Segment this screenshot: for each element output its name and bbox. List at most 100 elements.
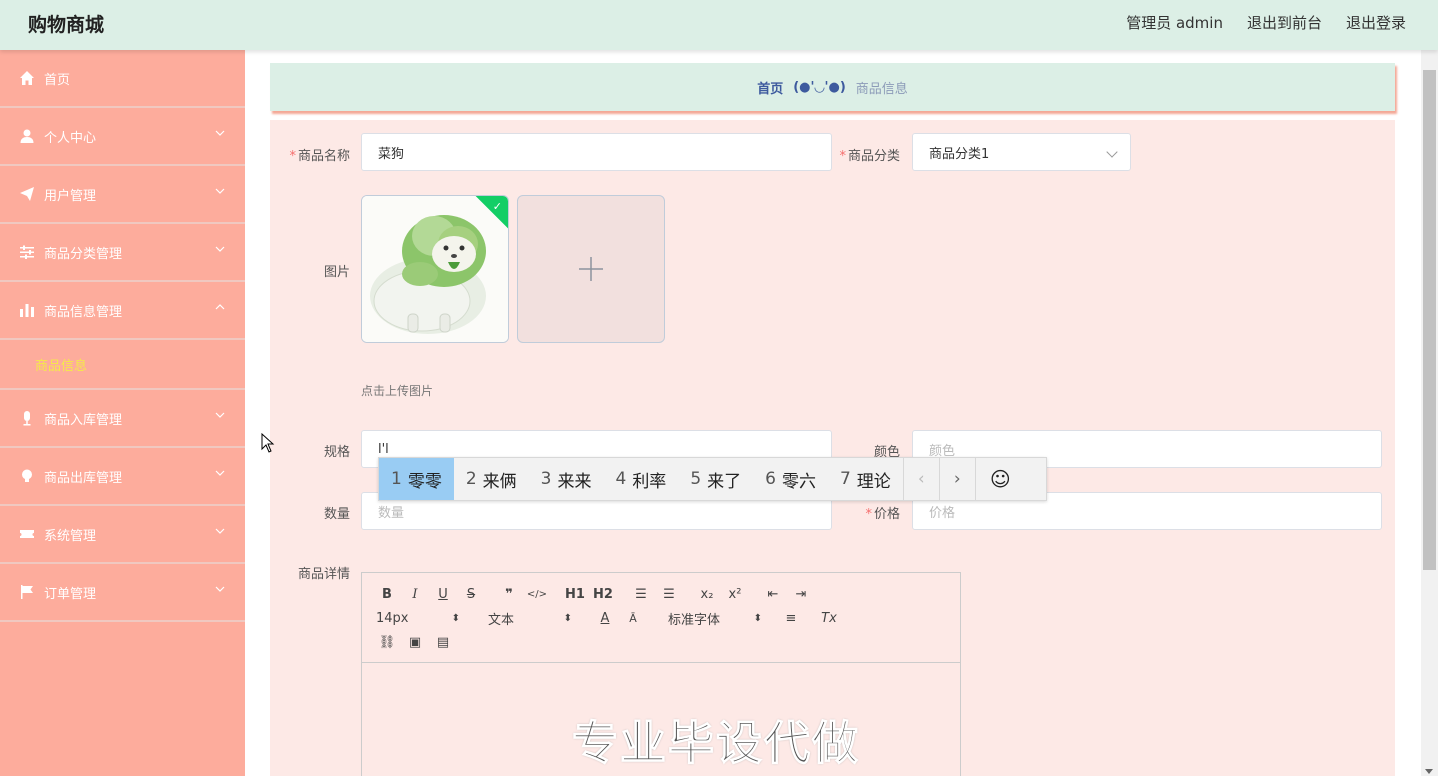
detail-label: 商品详情 xyxy=(297,567,350,582)
chevron-down-icon xyxy=(215,412,225,418)
ime-candidate[interactable]: 5 来了 xyxy=(678,458,753,500)
select-arrows-icon: ⬍ xyxy=(563,612,572,624)
image-label: 图片 xyxy=(323,265,350,280)
sidebar-item-stock-out-management[interactable]: 商品出库管理 xyxy=(0,448,245,506)
strike-icon[interactable]: S xyxy=(460,583,482,605)
uploaded-image-thumbnail[interactable]: ✓ xyxy=(361,195,509,343)
scroll-down-arrow-icon[interactable] xyxy=(1425,769,1433,774)
exit-to-front-link[interactable]: 退出到前台 xyxy=(1247,12,1322,33)
editor-content-text: 专业毕设代做 xyxy=(572,716,860,771)
sidebar-item-label: 商品入库管理 xyxy=(44,412,123,428)
outdent-icon[interactable]: ⇤ xyxy=(762,583,784,605)
font-size-select[interactable]: 14px ⬍ xyxy=(376,611,460,626)
block-type-select[interactable]: 文本 ⬍ xyxy=(488,609,572,628)
link-icon[interactable]: ⛓ xyxy=(376,631,398,653)
ime-candidate[interactable]: 3 来来 xyxy=(529,458,604,500)
sidebar-item-home[interactable]: 首页 xyxy=(0,50,245,108)
sidebar-item-order-management[interactable]: 订单管理 xyxy=(0,564,245,622)
chevron-down-icon xyxy=(215,470,225,476)
microphone-icon xyxy=(18,409,36,427)
bullet-list-icon[interactable]: ☰ xyxy=(658,583,680,605)
plus-icon xyxy=(579,257,603,281)
select-arrows-icon: ⬍ xyxy=(451,612,460,624)
code-icon[interactable]: </> xyxy=(526,583,548,605)
brand-title: 购物商城 xyxy=(28,14,105,36)
upload-image-button[interactable] xyxy=(517,195,665,343)
spec-label: 规格 xyxy=(323,445,350,460)
sidebar-item-label: 商品信息管理 xyxy=(44,304,123,320)
logout-link[interactable]: 退出登录 xyxy=(1346,12,1406,33)
ordered-list-icon[interactable]: ☰ xyxy=(630,583,652,605)
quantity-label: 数量 xyxy=(323,507,350,522)
editor-content[interactable]: 专业毕设代做 xyxy=(362,663,960,776)
bold-icon[interactable]: B xyxy=(376,583,398,605)
blockquote-icon[interactable]: ❞ xyxy=(498,583,520,605)
video-icon[interactable]: ▤ xyxy=(432,631,454,653)
ime-emoji-icon[interactable]: ☺ xyxy=(974,458,1025,500)
ime-candidate[interactable]: 4 利率 xyxy=(603,458,678,500)
ime-candidate[interactable]: 2 来俩 xyxy=(454,458,529,500)
ime-candidate-popup: 1 零零 2 来俩 3 来来 4 利率 5 来了 6 零六 7 理论 ‹ › ☺ xyxy=(378,457,1047,501)
subscript-icon[interactable]: x₂ xyxy=(696,583,718,605)
upload-tip: 点击上传图片 xyxy=(361,384,434,398)
sidebar-item-label: 个人中心 xyxy=(44,130,97,146)
sidebar-item-label: 系统管理 xyxy=(44,528,97,544)
sidebar-item-personal-center[interactable]: 个人中心 xyxy=(0,108,245,166)
breadcrumb-current: 商品信息 xyxy=(855,81,908,97)
underline-icon[interactable]: U xyxy=(432,583,454,605)
superscript-icon[interactable]: x² xyxy=(724,583,746,605)
h2-icon[interactable]: H2 xyxy=(592,583,614,605)
ime-next-page-icon[interactable]: › xyxy=(938,458,975,500)
page-scrollbar[interactable] xyxy=(1421,50,1438,776)
send-icon xyxy=(18,185,36,203)
italic-icon[interactable]: I xyxy=(404,583,426,605)
breadcrumb-home[interactable]: 首页 xyxy=(757,78,783,97)
home-icon xyxy=(18,69,36,87)
product-name-label: * 商品名称 xyxy=(289,149,350,164)
product-name-input[interactable]: 菜狗 xyxy=(361,133,832,171)
align-icon[interactable]: ≡ xyxy=(780,607,802,629)
sidebar-subitem-product-info[interactable]: 商品信息 xyxy=(0,340,245,390)
sidebar-item-label: 用户管理 xyxy=(44,188,97,204)
chevron-down-icon xyxy=(215,130,225,136)
editor-toolbar: B I U S ❞ </> H1 H2 ☰ ☰ x₂ x² ⇤ ⇥ 14px ⬍ … xyxy=(362,573,960,663)
sidebar-item-label: 商品出库管理 xyxy=(44,470,123,486)
clear-format-icon[interactable]: Tx xyxy=(818,607,840,629)
select-arrows-icon: ⬍ xyxy=(753,612,762,624)
check-icon: ✓ xyxy=(492,200,502,213)
sidebar-item-label: 商品分类管理 xyxy=(44,246,123,262)
product-category-select[interactable]: 商品分类1 xyxy=(912,133,1131,171)
h1-icon[interactable]: H1 xyxy=(564,583,586,605)
background-color-icon[interactable]: Ā xyxy=(622,607,644,629)
indent-icon[interactable]: ⇥ xyxy=(790,583,812,605)
bar-chart-icon xyxy=(18,301,36,319)
cabbage-dog-image xyxy=(362,196,508,342)
product-category-label: * 商品分类 xyxy=(839,149,900,164)
font-family-select[interactable]: 标准字体 ⬍ xyxy=(668,609,762,628)
admin-user-link[interactable]: 管理员 admin xyxy=(1126,12,1223,33)
breadcrumb: 首页 (●'◡'●) 商品信息 xyxy=(270,63,1395,111)
chevron-down-icon xyxy=(215,188,225,194)
chevron-down-icon xyxy=(215,528,225,534)
ime-prev-page-icon[interactable]: ‹ xyxy=(902,458,939,500)
chevron-up-icon xyxy=(215,304,225,310)
ime-candidate[interactable]: 6 零六 xyxy=(753,458,828,500)
flag-icon xyxy=(18,583,36,601)
sidebar-item-label: 订单管理 xyxy=(44,586,97,602)
scrollbar-thumb[interactable] xyxy=(1423,70,1436,570)
font-color-icon[interactable]: A xyxy=(594,607,616,629)
sidebar: 首页 个人中心 用户管理 商品分类管理 商品信息管理 商品信息 商品入库管理 商… xyxy=(0,50,245,776)
ime-candidate[interactable]: 1 零零 xyxy=(379,458,454,500)
top-header: 购物商城 管理员 admin 退出到前台 退出登录 xyxy=(0,0,1438,50)
chevron-down-icon xyxy=(215,246,225,252)
sliders-icon xyxy=(18,243,36,261)
image-icon[interactable]: ▣ xyxy=(404,631,426,653)
sidebar-item-stock-in-management[interactable]: 商品入库管理 xyxy=(0,390,245,448)
sidebar-item-category-management[interactable]: 商品分类管理 xyxy=(0,224,245,282)
sidebar-item-label: 首页 xyxy=(44,72,71,88)
sidebar-item-system-management[interactable]: 系统管理 xyxy=(0,506,245,564)
sidebar-item-product-info-management[interactable]: 商品信息管理 xyxy=(0,282,245,340)
ime-candidate[interactable]: 7 理论 xyxy=(828,458,903,500)
rich-text-editor: B I U S ❞ </> H1 H2 ☰ ☰ x₂ x² ⇤ ⇥ 14px ⬍ … xyxy=(361,572,961,776)
sidebar-item-user-management[interactable]: 用户管理 xyxy=(0,166,245,224)
